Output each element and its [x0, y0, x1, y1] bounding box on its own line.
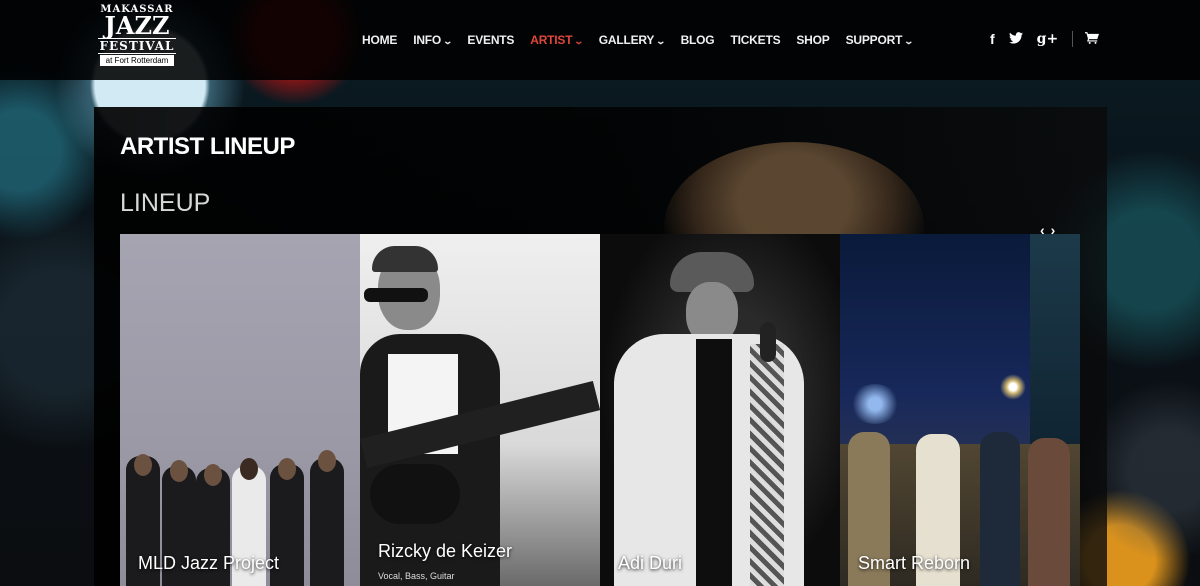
- nav-item-gallery[interactable]: GALLERY ⌄: [599, 33, 667, 47]
- header-divider: [1072, 31, 1074, 47]
- artist-name: Rizcky de Keizer: [378, 541, 513, 561]
- site-logo[interactable]: MAKASSAR JAZZ FESTIVAL at Fort Rotterdam: [94, 4, 180, 76]
- facebook-icon[interactable]: f: [990, 31, 995, 47]
- nav-item-tickets[interactable]: TICKETS: [730, 33, 780, 47]
- chevron-down-icon: ⌄: [655, 36, 667, 46]
- logo-line-2: JAZZ: [104, 11, 170, 40]
- nav-item-info[interactable]: INFO ⌄: [413, 33, 454, 47]
- artist-card[interactable]: Adi Duri: [600, 234, 840, 586]
- nav-item-home[interactable]: HOME: [362, 33, 397, 47]
- cart-icon[interactable]: [1085, 31, 1100, 47]
- artist-name: Adi Duri: [618, 553, 683, 573]
- chevron-down-icon: ⌄: [442, 36, 454, 46]
- artist-photo: [840, 234, 1080, 586]
- artist-card[interactable]: Smart Reborn: [840, 234, 1080, 586]
- twitter-icon[interactable]: [1008, 31, 1023, 47]
- section-title: LINEUP: [120, 189, 211, 217]
- chevron-down-icon: ⌄: [573, 36, 585, 46]
- nav-item-shop[interactable]: SHOP: [796, 33, 829, 47]
- artist-card[interactable]: Rizcky de Keizer Vocal, Bass, Guitar: [360, 234, 600, 586]
- page-title: ARTIST LINEUP: [120, 133, 295, 160]
- artist-carousel: MLD Jazz Project Rizcky de Keizer Vocal,…: [120, 234, 1080, 586]
- social-links: f g+: [990, 31, 1113, 47]
- logo-line-3: FESTIVAL: [98, 38, 176, 54]
- artist-role: Vocal, Bass, Guitar: [378, 571, 455, 581]
- google-plus-icon[interactable]: g+: [1037, 31, 1059, 47]
- artist-photo: [360, 234, 600, 586]
- main-nav: HOME INFO ⌄ EVENTS ARTIST ⌄ GALLERY ⌄ BLOG …: [362, 33, 929, 47]
- nav-item-blog[interactable]: BLOG: [681, 33, 715, 47]
- logo-line-4: at Fort Rotterdam: [100, 55, 174, 66]
- nav-item-events[interactable]: EVENTS: [467, 33, 514, 47]
- artist-name: Smart Reborn: [858, 553, 971, 573]
- chevron-down-icon: ⌄: [903, 36, 915, 46]
- artist-photo: [600, 234, 840, 586]
- artist-card[interactable]: MLD Jazz Project: [120, 234, 360, 586]
- artist-name: MLD Jazz Project: [138, 553, 280, 573]
- nav-item-support[interactable]: SUPPORT ⌄: [846, 33, 915, 47]
- artist-photo: [120, 234, 360, 586]
- nav-item-artist[interactable]: ARTIST ⌄: [530, 33, 585, 47]
- site-header: MAKASSAR JAZZ FESTIVAL at Fort Rotterdam…: [0, 0, 1200, 80]
